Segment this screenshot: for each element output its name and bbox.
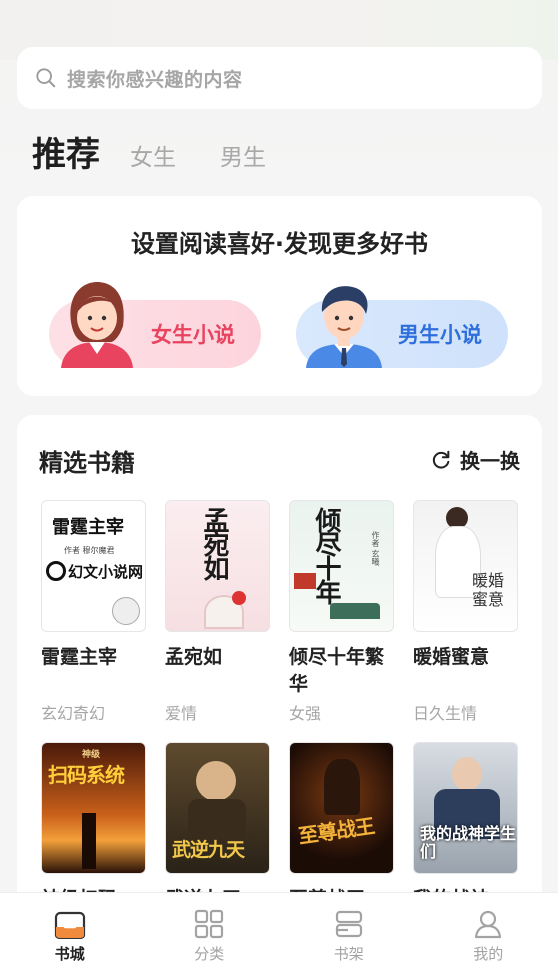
featured-title: 精选书籍 [39, 449, 135, 477]
tab-male[interactable]: 男生 [220, 138, 266, 180]
tab-bookshelf[interactable]: 书架 [279, 893, 419, 978]
bookstore-icon [54, 911, 85, 939]
tab-bookstore[interactable]: 书城 [0, 893, 140, 978]
bookshelf-icon [335, 910, 362, 938]
book-card[interactable]: 倾尽十年 作者 玄曦 倾尽十年繁华 女强 [289, 500, 394, 723]
tab-bookstore-label: 书城 [54, 945, 85, 963]
search-icon [36, 68, 56, 88]
refresh-icon [432, 450, 450, 468]
profile-icon [475, 910, 502, 939]
book-title: 孟宛如 [165, 646, 223, 668]
book-genre: 爱情 [165, 704, 198, 723]
tab-profile[interactable]: 我的 [419, 893, 558, 978]
refresh-label: 换一换 [460, 449, 520, 473]
featured-books-section: 精选书籍 换一换 雷霆主宰 作者 穆尔魔君 幻文小说网 雷霆主宰 玄幻奇幻 孟宛… [17, 415, 542, 935]
book-cover: 至尊战王 [289, 742, 394, 874]
book-card[interactable]: 我的战神学生们 我的战神 [413, 742, 518, 913]
book-cover: 倾尽十年 作者 玄曦 [289, 500, 394, 632]
book-cover: 孟宛如 [165, 500, 270, 632]
search-placeholder: 搜索你感兴趣的内容 [67, 68, 243, 91]
book-card[interactable]: 至尊战王 至尊战王 [289, 742, 394, 913]
female-novel-button[interactable]: 女生小说 [49, 282, 261, 368]
book-cover: 武逆九天 [165, 742, 270, 874]
tab-bookshelf-label: 书架 [333, 945, 364, 963]
tab-category[interactable]: 分类 [140, 893, 280, 978]
reading-preference-card: 设置阅读喜好·发现更多好书 女生小说 男生小说 [17, 196, 542, 396]
book-card[interactable]: 武逆九天 武逆九天 [165, 742, 270, 913]
book-cover: 神级 扫码系统 [41, 742, 146, 874]
book-cover: 暖婚蜜意 [413, 500, 518, 632]
book-card[interactable]: 暖婚蜜意 暖婚蜜意 日久生情 [413, 500, 518, 723]
book-genre: 玄幻奇幻 [41, 704, 106, 723]
book-card[interactable]: 雷霆主宰 作者 穆尔魔君 幻文小说网 雷霆主宰 玄幻奇幻 [41, 500, 146, 723]
preference-title: 设置阅读喜好·发现更多好书 [130, 230, 429, 258]
male-novel-label: 男生小说 [398, 323, 482, 347]
search-bar[interactable]: 搜索你感兴趣的内容 [17, 47, 542, 109]
book-title: 暖婚蜜意 [413, 646, 490, 668]
bottom-tab-bar: 书城 分类 书架 我的 [0, 892, 558, 978]
book-card[interactable]: 神级 扫码系统 神级扫码 [41, 742, 146, 913]
book-genre: 日久生情 [413, 704, 478, 723]
male-novel-button[interactable]: 男生小说 [296, 286, 508, 368]
channel-tabs: 推荐 女生 男生 [32, 128, 310, 180]
category-icon [195, 909, 224, 939]
female-avatar-icon [61, 282, 133, 368]
book-title: 倾尽十年繁华 [289, 646, 385, 695]
refresh-button[interactable]: 换一换 [430, 445, 520, 474]
book-title: 雷霆主宰 [41, 646, 118, 668]
book-genre: 女强 [289, 704, 322, 723]
book-cover: 我的战神学生们 [413, 742, 518, 874]
tab-recommend[interactable]: 推荐 [32, 127, 100, 180]
female-novel-label: 女生小说 [151, 323, 235, 347]
male-avatar-icon [306, 286, 382, 368]
book-card[interactable]: 孟宛如 孟宛如 爱情 [165, 500, 270, 723]
tab-profile-label: 我的 [473, 945, 504, 963]
tab-category-label: 分类 [194, 945, 225, 963]
tab-female[interactable]: 女生 [130, 138, 176, 180]
book-cover: 雷霆主宰 作者 穆尔魔君 幻文小说网 [41, 500, 146, 632]
